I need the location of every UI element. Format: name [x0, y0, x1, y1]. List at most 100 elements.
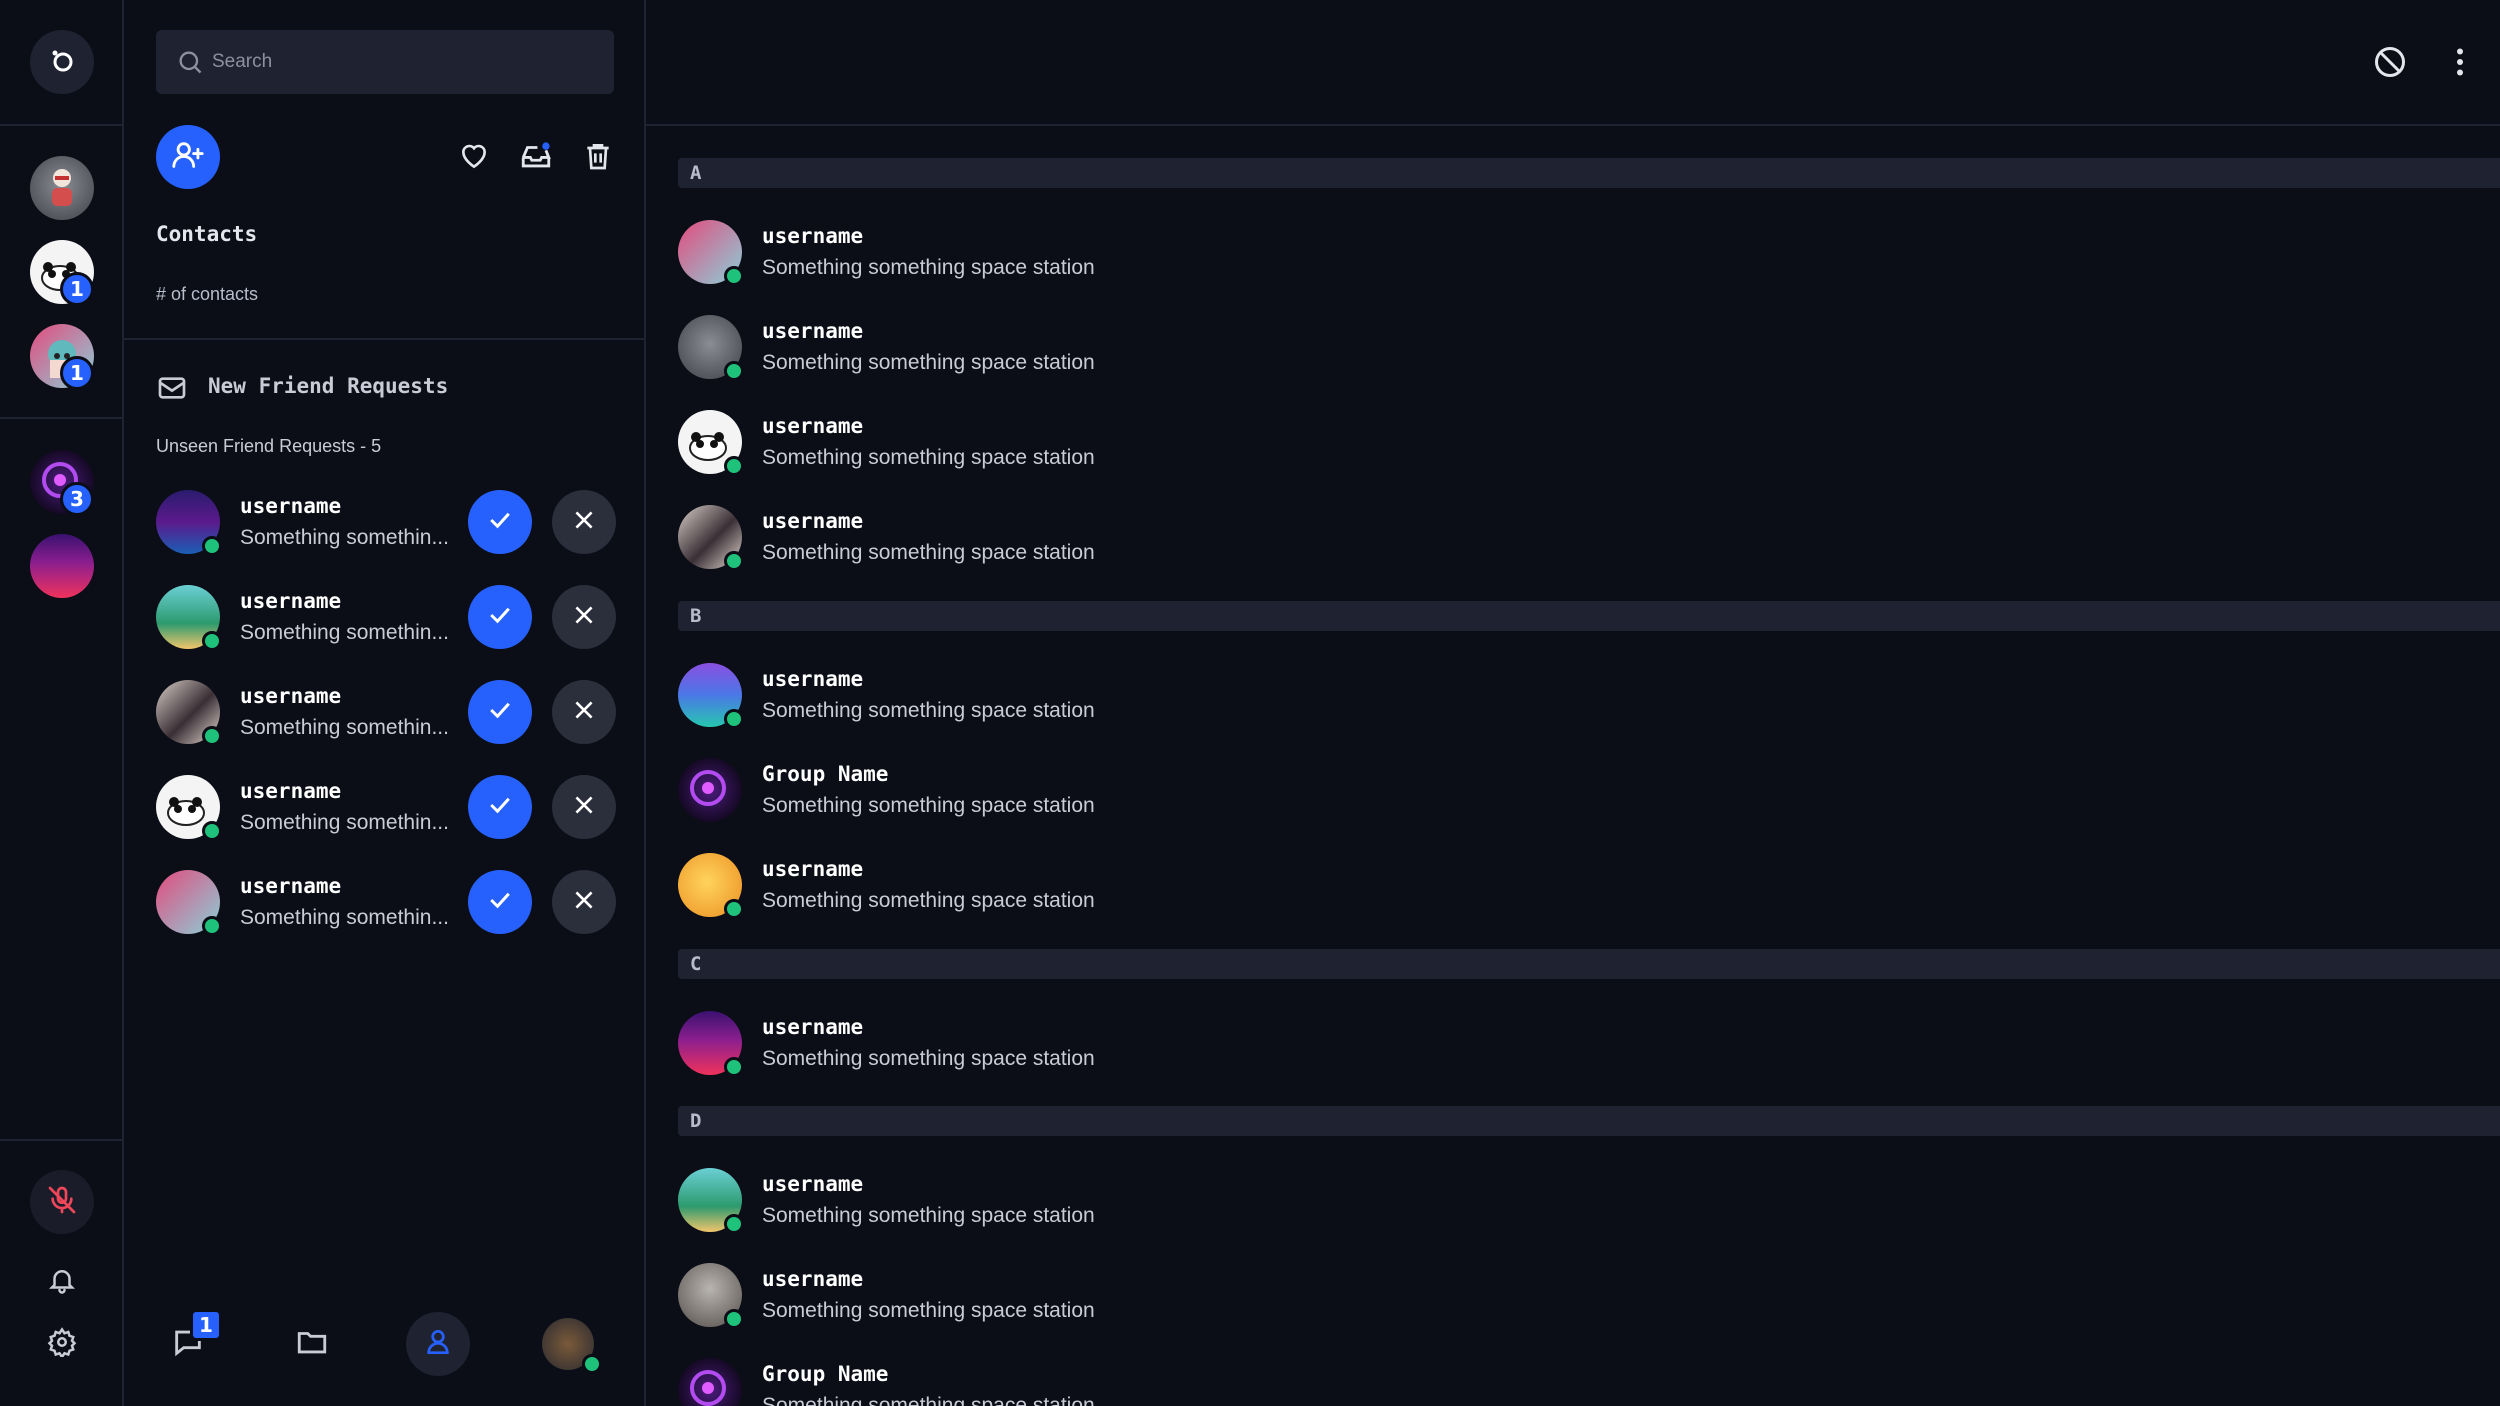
online-indicator — [724, 1309, 744, 1329]
favorite-avatar-1[interactable] — [30, 156, 94, 220]
kebab-menu-icon — [2442, 48, 2478, 84]
mic-off-icon — [46, 1184, 78, 1220]
contact-row[interactable]: username Something something space stati… — [678, 1263, 2478, 1329]
contacts-heading: Contacts — [156, 222, 258, 246]
avatar — [678, 1358, 742, 1406]
contact-status: Something something space station — [762, 1299, 1095, 1322]
accept-button[interactable] — [468, 490, 532, 554]
home-button[interactable] — [30, 30, 94, 94]
contacts-count: # of contacts — [156, 284, 259, 304]
online-indicator — [202, 726, 222, 746]
contact-row[interactable]: Group Name Something something space sta… — [678, 758, 2478, 822]
favorites-button[interactable] — [456, 140, 492, 176]
section-header: B — [678, 601, 2500, 631]
app-window: 1 1 3 Search Contacts # of contacts New … — [0, 0, 2500, 1406]
mute-button[interactable] — [30, 1170, 94, 1234]
unseen-requests-label: Unseen Friend Requests - 5 — [156, 436, 382, 456]
search-input[interactable] — [212, 51, 592, 73]
contacts-main: A username Something something space sta… — [646, 0, 2500, 1406]
request-username: username — [240, 684, 342, 708]
close-icon — [571, 887, 597, 917]
online-indicator — [724, 266, 744, 286]
settings-button[interactable] — [42, 1324, 82, 1364]
online-indicator — [724, 1057, 744, 1077]
notifications-button[interactable] — [42, 1262, 82, 1302]
contact-row[interactable]: Group Name Something something space sta… — [678, 1358, 2478, 1406]
avatar — [678, 758, 742, 822]
contact-row[interactable]: username Something something space stati… — [678, 663, 2478, 729]
contact-row[interactable]: username Something something space stati… — [678, 1168, 2478, 1234]
files-tab[interactable] — [280, 1312, 344, 1376]
contact-status: Something something space station — [762, 1394, 1095, 1406]
more-options-button[interactable] — [2442, 44, 2478, 80]
unread-badge: 1 — [60, 272, 94, 306]
request-status: Something somethin... — [240, 906, 449, 929]
bell-icon — [47, 1265, 77, 1299]
accept-button[interactable] — [468, 585, 532, 649]
delete-button[interactable] — [580, 140, 616, 176]
check-icon — [485, 600, 515, 634]
user-avatar[interactable] — [30, 534, 94, 598]
contact-row[interactable]: username Something something space stati… — [678, 315, 2478, 381]
accept-button[interactable] — [468, 775, 532, 839]
deny-button[interactable] — [552, 870, 616, 934]
section-header: C — [678, 949, 2500, 979]
friend-request-item: username Something somethin... — [156, 775, 626, 841]
accept-button[interactable] — [468, 680, 532, 744]
deny-button[interactable] — [552, 585, 616, 649]
close-icon — [571, 697, 597, 727]
search-icon — [176, 48, 204, 80]
contact-status: Something something space station — [762, 1204, 1095, 1227]
contact-row[interactable]: username Something something space stati… — [678, 853, 2478, 919]
request-username: username — [240, 874, 342, 898]
close-icon — [571, 602, 597, 632]
close-icon — [571, 792, 597, 822]
friends-tab[interactable] — [406, 1312, 470, 1376]
contact-name: Group Name — [762, 1362, 889, 1386]
accept-button[interactable] — [468, 870, 532, 934]
contact-row[interactable]: username Something something space stati… — [678, 1011, 2478, 1077]
online-indicator — [582, 1354, 602, 1374]
inbox-icon — [519, 139, 553, 177]
friend-request-item: username Something somethin... — [156, 585, 626, 651]
online-indicator — [202, 631, 222, 651]
request-status: Something somethin... — [240, 811, 449, 834]
contact-status: Something something space station — [762, 699, 1095, 722]
contact-name: username — [762, 414, 864, 438]
contact-name: username — [762, 224, 864, 248]
online-indicator — [724, 361, 744, 381]
add-friend-button[interactable] — [156, 125, 220, 189]
block-button[interactable] — [2372, 44, 2408, 80]
section-letter: D — [690, 1110, 702, 1132]
section-header: D — [678, 1106, 2500, 1136]
deny-button[interactable] — [552, 680, 616, 744]
block-icon — [2372, 47, 2408, 84]
contact-name: username — [762, 1172, 864, 1196]
request-status: Something somethin... — [240, 621, 449, 644]
contact-row[interactable]: username Something something space stati… — [678, 505, 2478, 571]
contact-status: Something something space station — [762, 446, 1095, 469]
top-bar — [646, 0, 2500, 126]
mail-icon — [156, 372, 188, 408]
contact-status: Something something space station — [762, 1047, 1095, 1070]
unread-badge: 1 — [60, 356, 94, 390]
contact-status: Something something space station — [762, 889, 1095, 912]
chat-badge: 1 — [190, 1309, 222, 1341]
contact-name: username — [762, 1267, 864, 1291]
contact-row[interactable]: username Something something space stati… — [678, 220, 2478, 286]
deny-button[interactable] — [552, 490, 616, 554]
section-letter: B — [690, 605, 702, 627]
request-status: Something somethin... — [240, 526, 449, 549]
deny-button[interactable] — [552, 775, 616, 839]
request-username: username — [240, 589, 342, 613]
contact-name: username — [762, 1015, 864, 1039]
heart-icon — [458, 140, 490, 176]
search-box[interactable] — [156, 30, 614, 94]
request-username: username — [240, 494, 342, 518]
contact-row[interactable]: username Something something space stati… — [678, 410, 2478, 476]
inbox-button[interactable] — [518, 140, 554, 176]
friend-requests-heading: New Friend Requests — [208, 374, 449, 398]
close-icon — [571, 507, 597, 537]
contact-name: username — [762, 857, 864, 881]
online-indicator — [724, 709, 744, 729]
